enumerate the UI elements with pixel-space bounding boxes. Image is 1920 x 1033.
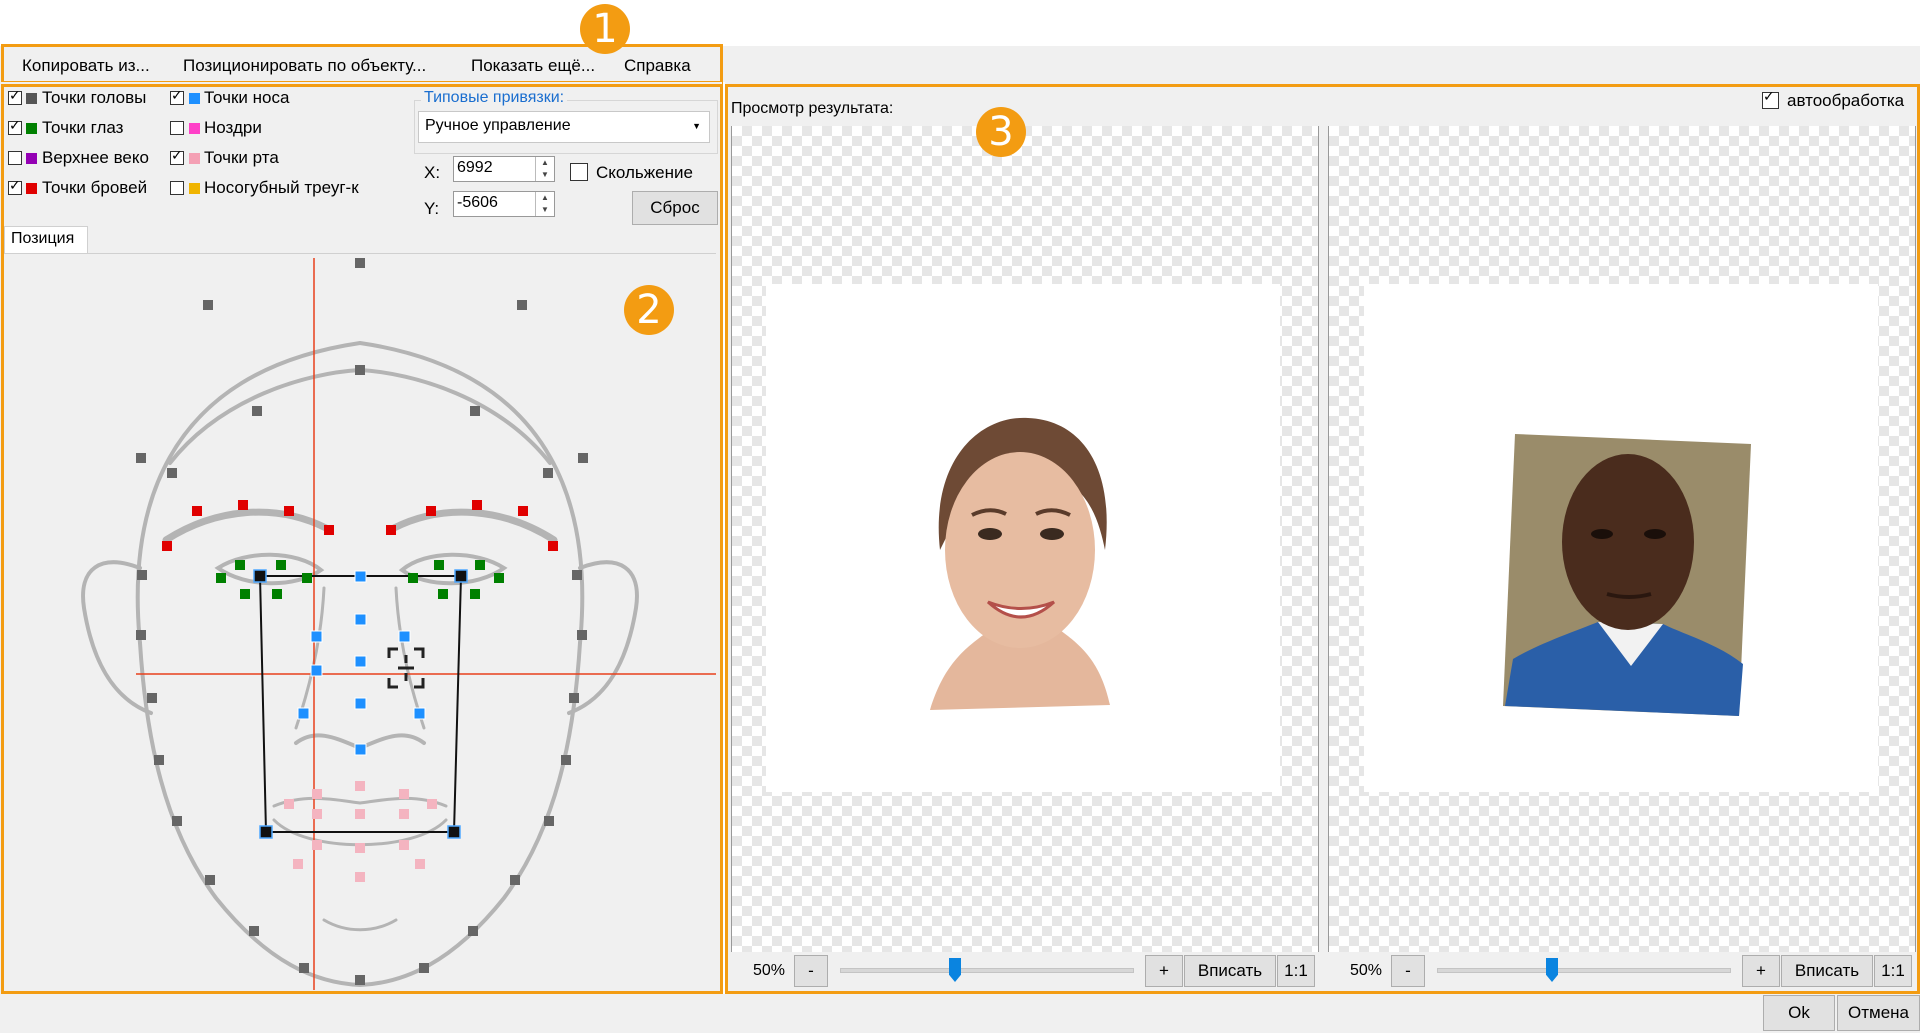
highlight-preview-panel (725, 84, 1920, 994)
footer-bar (0, 994, 1920, 1033)
badge-one: 1 (580, 4, 630, 54)
badge-two: 2 (624, 285, 674, 335)
cancel-button[interactable]: Отмена (1837, 995, 1920, 1031)
badge-three: 3 (976, 107, 1026, 157)
highlight-points-panel (1, 84, 723, 994)
ok-button[interactable]: Ok (1763, 995, 1835, 1031)
